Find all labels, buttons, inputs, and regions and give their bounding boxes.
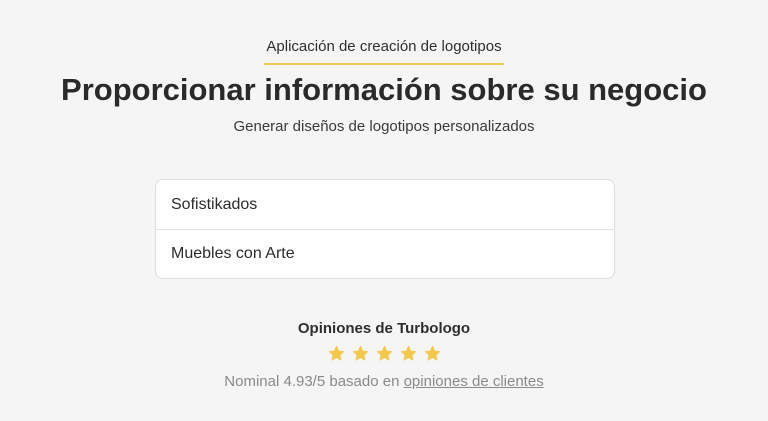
star-icon: [399, 345, 417, 361]
rating-summary-text: Nominal 4.93/5 basado en: [224, 373, 400, 390]
business-slogan-input[interactable]: Muebles con Arte: [156, 229, 614, 278]
customer-reviews-link[interactable]: opiniones de clientes: [404, 373, 544, 390]
app-eyebrow-label: Aplicación de creación de logotipos: [264, 38, 504, 65]
eyebrow-container: Aplicación de creación de logotipos: [0, 38, 768, 65]
page-subtitle: Generar diseños de logotipos personaliza…: [233, 118, 535, 135]
page-title: Proporcionar información sobre su negoci…: [61, 72, 707, 107]
star-icon: [351, 345, 369, 361]
reviews-title: Opiniones de Turbologo: [297, 320, 471, 337]
rating-summary: Nominal 4.93/5 basado en opiniones de cl…: [0, 373, 768, 391]
star-icon: [327, 345, 345, 361]
business-info-form: Sofistikados Muebles con Arte: [155, 179, 615, 279]
star-icon: [375, 345, 393, 361]
star-icon: [423, 345, 441, 361]
page: Aplicación de creación de logotipos Prop…: [0, 0, 768, 421]
rating-stars: [0, 344, 768, 363]
business-name-input[interactable]: Sofistikados: [156, 180, 614, 229]
